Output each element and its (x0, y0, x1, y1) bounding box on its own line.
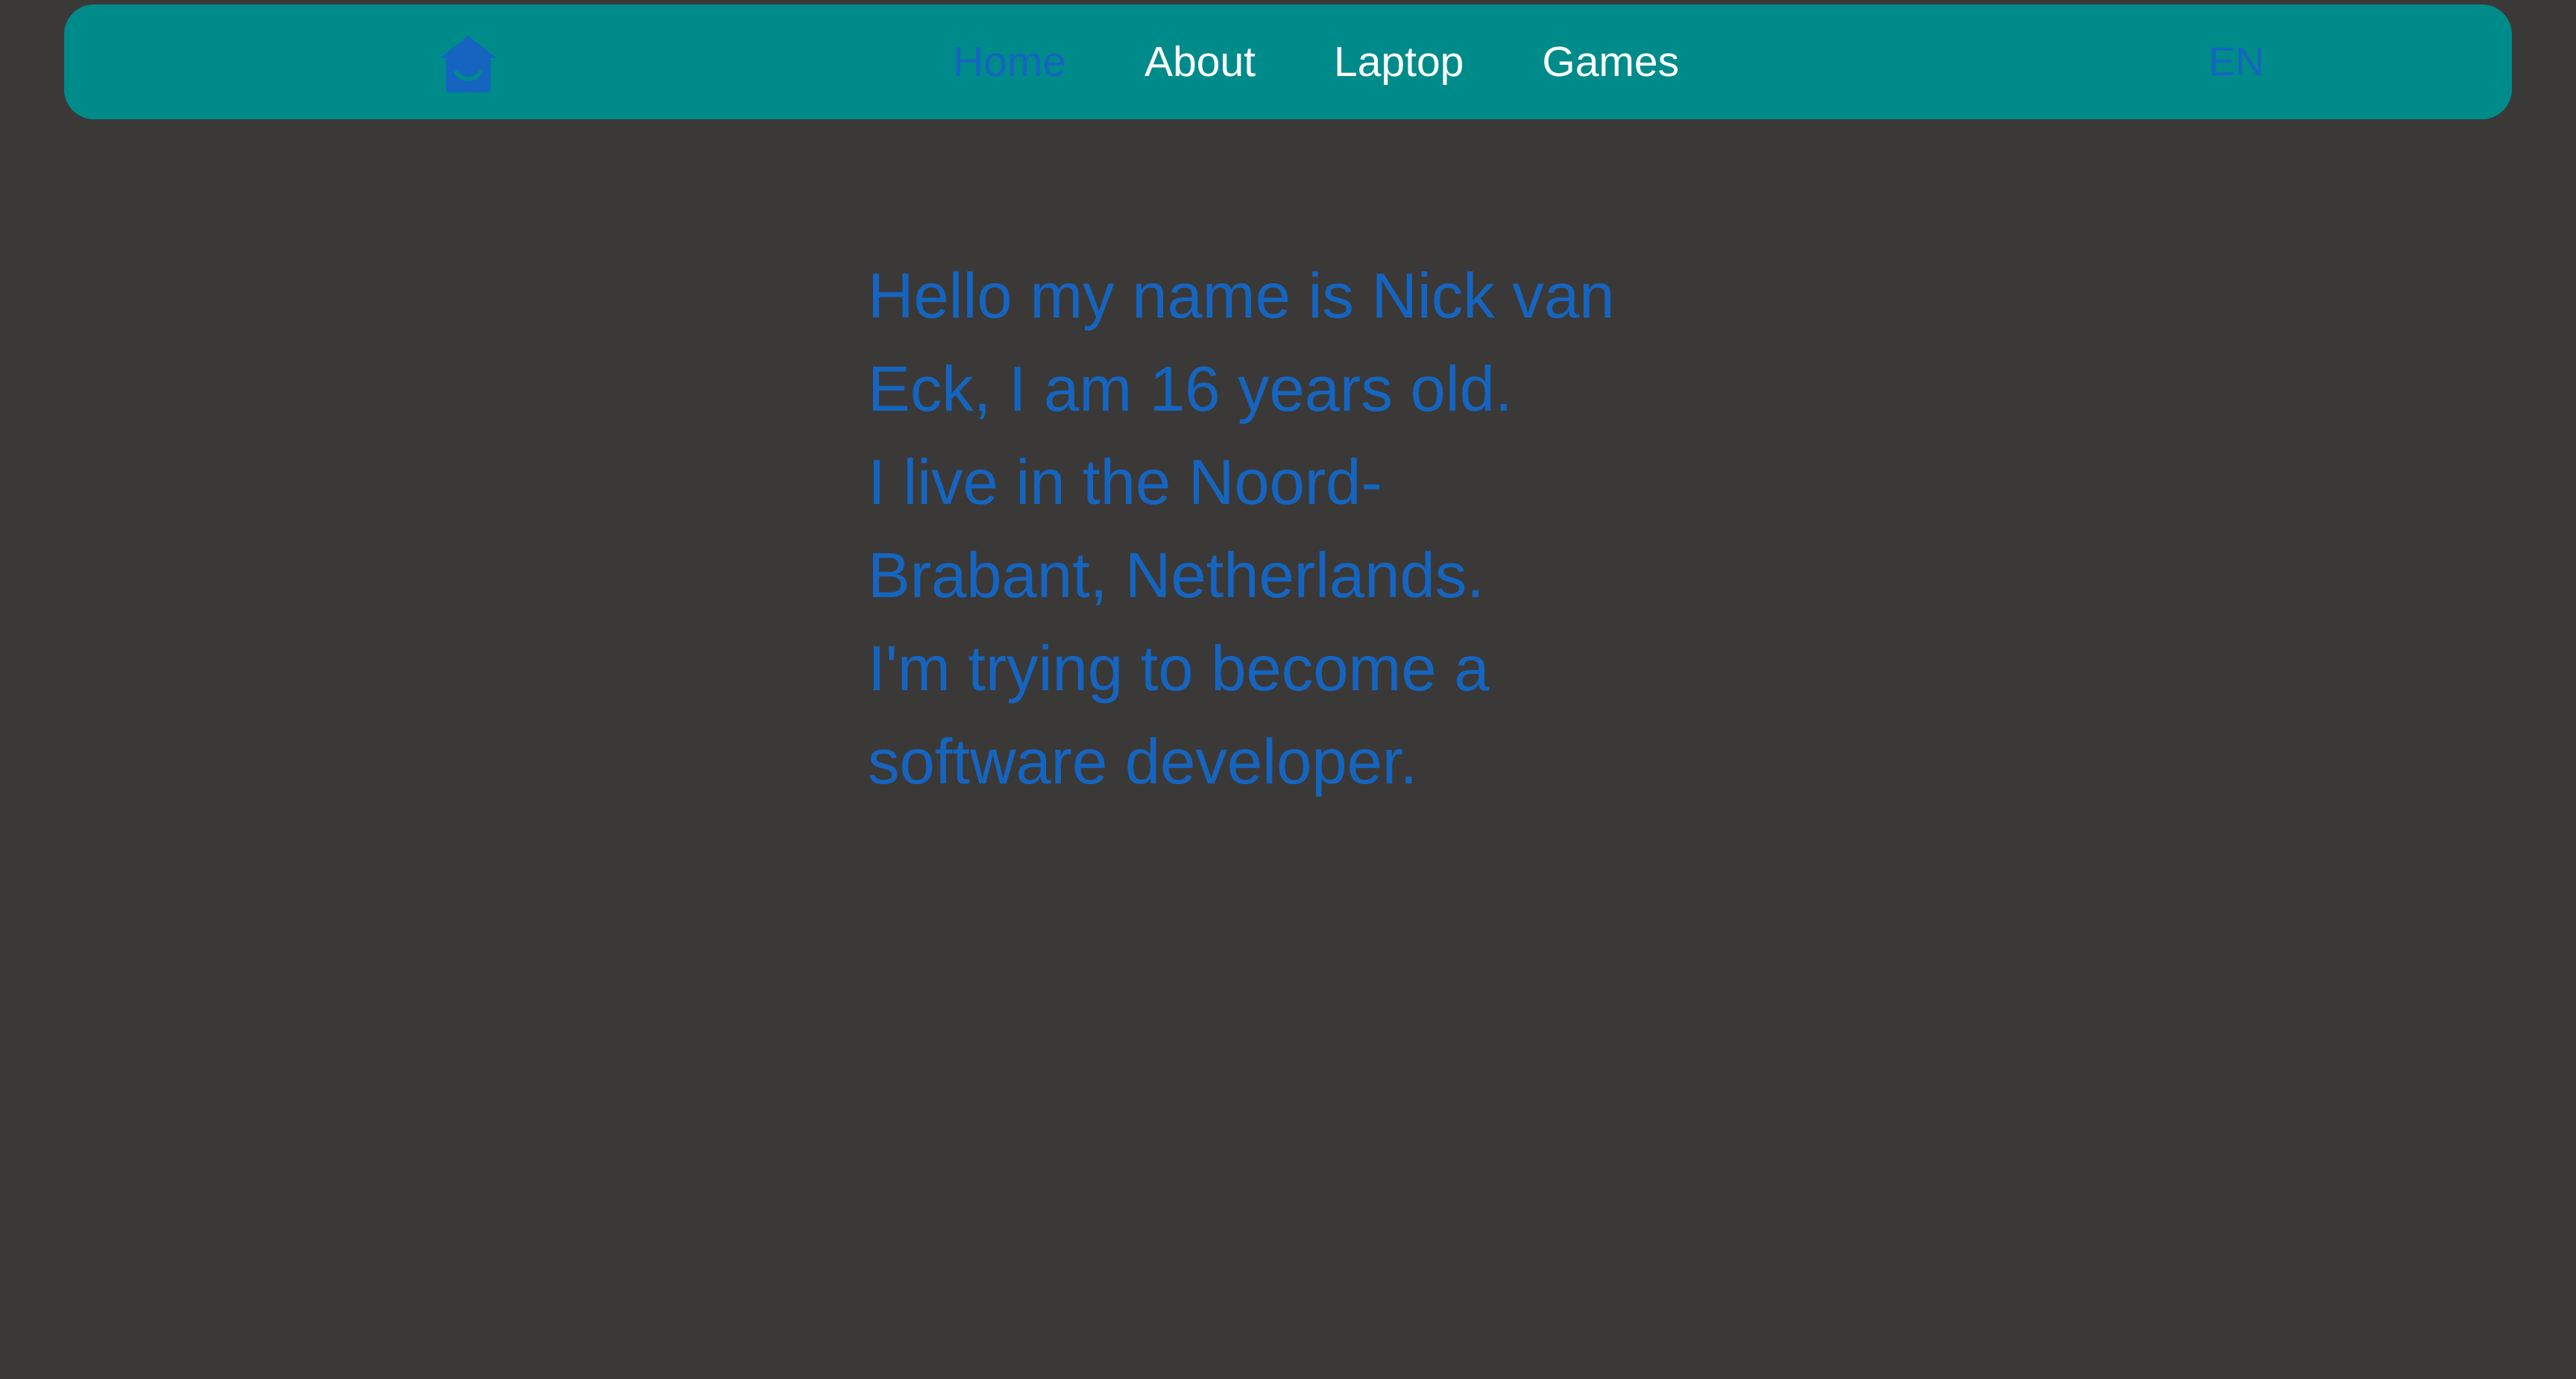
navbar: Home About Laptop Games EN (64, 4, 2512, 119)
intro-line: Brabant, Netherlands. (868, 540, 1484, 611)
intro-line: Hello my name is Nick van (868, 261, 1615, 332)
intro-line: I live in the Noord- (868, 447, 1382, 518)
language-selector[interactable]: EN (2208, 42, 2264, 82)
nav-link-home[interactable]: Home (953, 16, 1066, 86)
intro-line: software developer. (868, 727, 1418, 798)
home-smile-icon[interactable] (437, 34, 500, 94)
nav-links: Home About Laptop Games (953, 4, 1679, 119)
intro-text: Hello my name is Nick van Eck, I am 16 y… (868, 250, 1718, 809)
nav-link-about[interactable]: About (1144, 16, 1256, 86)
intro-line: I'm trying to become a (868, 634, 1490, 704)
nav-link-laptop[interactable]: Laptop (1334, 16, 1464, 86)
intro-line: Eck, I am 16 years old. (868, 354, 1513, 425)
nav-link-games[interactable]: Games (1542, 16, 1679, 86)
